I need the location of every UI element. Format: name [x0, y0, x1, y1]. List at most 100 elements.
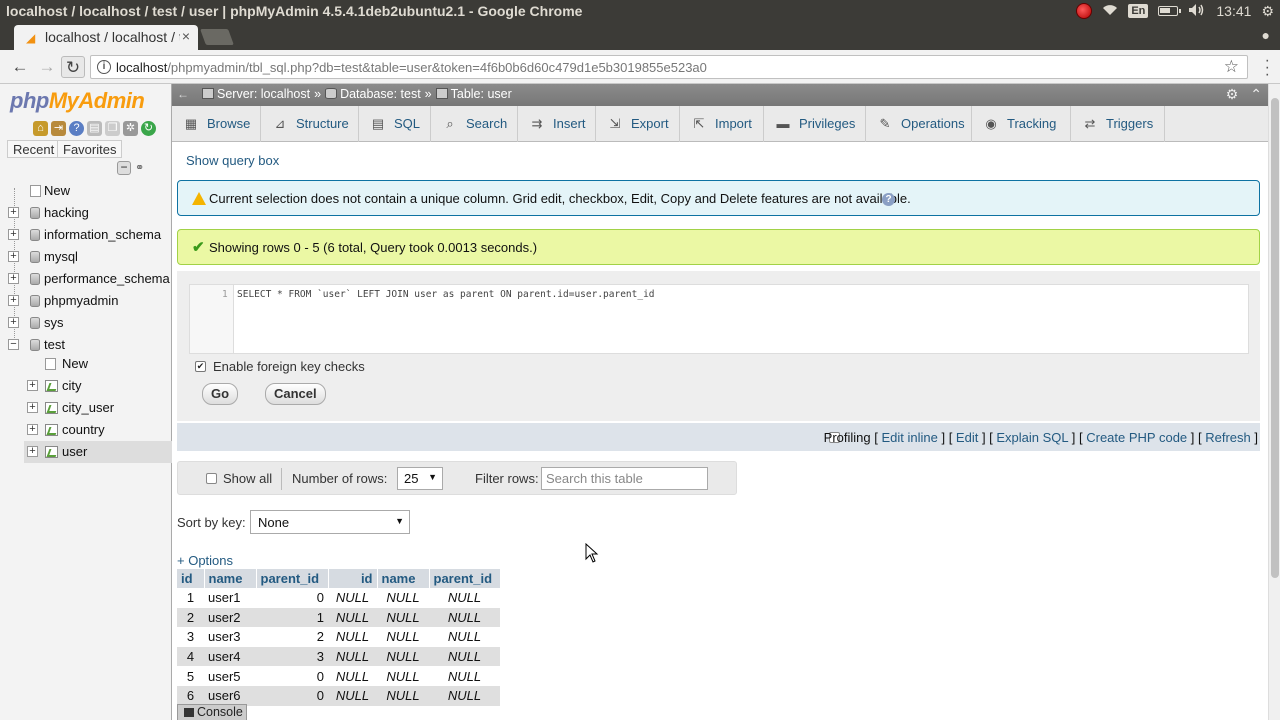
help-icon[interactable]: ? [69, 121, 84, 136]
sort-by-key-select[interactable]: None ▼ [250, 510, 410, 534]
column-header[interactable]: name [204, 569, 257, 588]
edit-inline-link[interactable]: Edit inline [881, 430, 937, 445]
clock[interactable]: 13:41 [1216, 3, 1251, 19]
console-toggle[interactable]: Console [177, 704, 247, 720]
show-query-box-link[interactable]: Show query box [186, 153, 279, 168]
phpmyadmin-logo[interactable]: phpMyAdmin [10, 88, 145, 114]
scrollbar-thumb[interactable] [1271, 98, 1279, 578]
tab-search[interactable]: ⌕ Search [431, 106, 518, 142]
tab-sql[interactable]: ▤ SQL [359, 106, 431, 142]
table-row[interactable]: 2 user2 1 NULL NULL NULL [177, 607, 500, 628]
show-all-checkbox[interactable] [206, 473, 217, 484]
foreign-key-checkbox[interactable]: ✔ [195, 361, 206, 372]
wifi-icon[interactable] [1102, 3, 1118, 19]
table-row[interactable]: 5 user5 0 NULL NULL NULL [177, 666, 500, 686]
settings-gear-icon[interactable]: ⚙ [1226, 86, 1239, 103]
filter-rows-input[interactable]: Search this table [541, 467, 708, 490]
tab-browse[interactable]: ▦ Browse [172, 106, 261, 142]
address-bar[interactable]: i localhost/phpmyadmin/tbl_sql.php?db=te… [90, 55, 1248, 79]
battery-icon[interactable] [1158, 6, 1182, 16]
new-tab-button[interactable] [200, 29, 234, 45]
collapse-all-icon[interactable]: − [117, 161, 131, 175]
tab-privileges[interactable]: ▬ Privileges [764, 106, 866, 142]
collapse-icon[interactable]: − [8, 339, 19, 350]
keyboard-language-indicator[interactable]: En [1128, 4, 1149, 18]
table-row[interactable]: 1 user1 0 NULL NULL NULL [177, 588, 500, 608]
vertical-scrollbar[interactable] [1268, 84, 1280, 720]
tab-insert[interactable]: ⇉ Insert [518, 106, 596, 142]
copy-icon[interactable]: ❐ [105, 121, 120, 136]
link-with-main-panel-icon[interactable]: ⚭ [135, 161, 144, 174]
breadcrumb-table[interactable]: Table: user [435, 87, 512, 101]
tree-item-city-user[interactable]: + city_user [0, 397, 172, 419]
explain-sql-link[interactable]: Explain SQL [996, 430, 1068, 445]
create-php-code-link[interactable]: Create PHP code [1086, 430, 1187, 445]
tab-export[interactable]: ⇲ Export [596, 106, 680, 142]
tree-item-country[interactable]: + country [0, 419, 172, 441]
column-header[interactable]: id [328, 569, 378, 588]
column-header[interactable]: name [377, 569, 430, 588]
tree-item-information-schema[interactable]: + information_schema [0, 224, 172, 246]
chrome-menu-icon[interactable]: · · · [1265, 53, 1270, 83]
forward-arrow-icon[interactable]: → [35, 56, 59, 78]
tree-item-sys[interactable]: + sys [0, 312, 172, 334]
tree-item-performance-schema[interactable]: + performance_schema [0, 268, 172, 290]
back-arrow-icon[interactable]: ← [8, 56, 32, 78]
tree-item-city[interactable]: + city [0, 375, 172, 397]
tree-item-new[interactable]: New [0, 180, 172, 202]
expand-icon[interactable]: + [8, 295, 19, 306]
expand-icon[interactable]: + [8, 251, 19, 262]
profile-icon[interactable]: ● [1262, 27, 1270, 43]
breadcrumb-server[interactable]: Server: localhost [202, 87, 310, 101]
volume-icon[interactable] [1188, 3, 1206, 20]
column-header[interactable]: parent_id [429, 569, 501, 588]
settings-icon[interactable]: ✲ [123, 121, 138, 136]
expand-icon[interactable]: + [27, 402, 38, 413]
options-link[interactable]: + Options [177, 553, 233, 568]
table-row[interactable]: 3 user3 2 NULL NULL NULL [177, 627, 500, 647]
expand-icon[interactable]: + [8, 317, 19, 328]
tab-tracking[interactable]: ◉ Tracking [972, 106, 1071, 142]
expand-icon[interactable]: + [8, 207, 19, 218]
column-header[interactable]: id [177, 569, 205, 588]
tree-item-hacking[interactable]: + hacking [0, 202, 172, 224]
url-text[interactable]: localhost/phpmyadmin/tbl_sql.php?db=test… [116, 60, 707, 75]
settings-gear-icon[interactable]: ⚙ [1261, 3, 1274, 20]
tree-item-test-new[interactable]: New [0, 353, 172, 375]
expand-icon[interactable]: + [27, 424, 38, 435]
tab-import[interactable]: ⇱ Import [680, 106, 764, 142]
bookmark-star-icon[interactable]: ☆ [1224, 57, 1239, 77]
expand-icon[interactable]: + [27, 380, 38, 391]
sql-query-text[interactable]: SELECT * FROM `user` LEFT JOIN user as p… [237, 289, 655, 300]
reload-nav-icon[interactable]: ↻ [141, 121, 156, 136]
expand-icon[interactable]: + [27, 446, 38, 457]
docs-icon[interactable]: ▤ [87, 121, 102, 136]
tree-item-phpmyadmin[interactable]: + phpmyadmin [0, 290, 172, 312]
breadcrumb-database[interactable]: Database: test [325, 87, 421, 101]
expand-icon[interactable]: + [8, 229, 19, 240]
table-row[interactable]: 4 user4 3 NULL NULL NULL [177, 646, 500, 667]
collapse-nav-arrow-icon[interactable]: ← [177, 87, 189, 101]
expand-icon[interactable]: + [8, 273, 19, 284]
tab-triggers[interactable]: ⇄ Triggers [1071, 106, 1165, 142]
tab-operations[interactable]: ✎ Operations [866, 106, 972, 142]
record-indicator-icon[interactable] [1076, 3, 1093, 19]
reload-icon[interactable]: ↻ [61, 56, 85, 78]
home-icon[interactable]: ⌂ [33, 121, 48, 136]
tree-item-mysql[interactable]: + mysql [0, 246, 172, 268]
favorites-tab[interactable]: Favorites [57, 140, 123, 158]
tab-structure[interactable]: ⊿ Structure [261, 106, 359, 142]
tree-item-user[interactable]: + user [24, 441, 172, 463]
recent-tab[interactable]: Recent [7, 140, 61, 158]
column-header[interactable]: parent_id [256, 569, 329, 588]
cancel-button[interactable]: Cancel [265, 383, 326, 405]
table-row[interactable]: 6 user6 0 NULL NULL NULL [177, 685, 500, 706]
page-info-icon[interactable]: i [97, 60, 111, 74]
collapse-top-menu-icon[interactable]: ⌃ [1250, 86, 1262, 103]
help-icon[interactable]: ? [882, 193, 895, 206]
number-of-rows-select[interactable]: 25 ▼ [397, 467, 443, 490]
browser-tab[interactable]: ◢ localhost / localhost / test / user | … [14, 25, 198, 50]
go-button[interactable]: Go [202, 383, 239, 405]
refresh-link[interactable]: Refresh [1205, 430, 1251, 445]
close-tab-icon[interactable]: × [182, 28, 190, 44]
